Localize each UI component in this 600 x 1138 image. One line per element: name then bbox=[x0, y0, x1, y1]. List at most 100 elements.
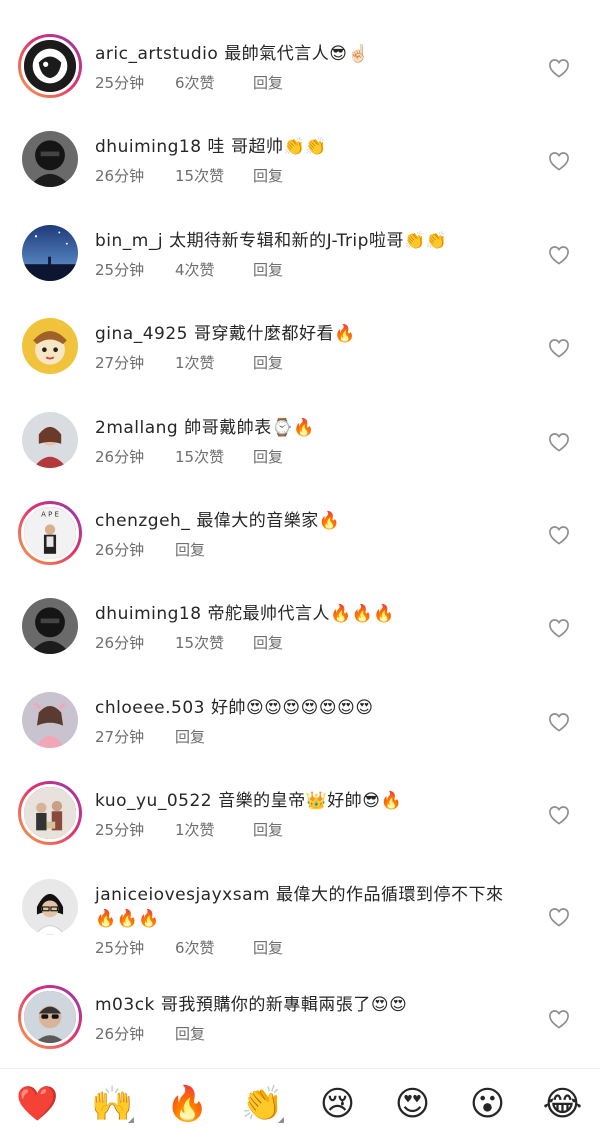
reaction-surprised-icon[interactable]: 😮 bbox=[463, 1079, 513, 1129]
comment-row: m03ck 哥我預購你的新專輯兩張了😍😍 26分钟 回复 bbox=[0, 963, 600, 1056]
comment-line: janiceiovesjayxsam 最偉大的作品循環到停不下來🔥🔥🔥 bbox=[95, 883, 525, 931]
comment-line: 2mallang 帥哥戴帥表⌚🔥 bbox=[95, 416, 525, 440]
comment-time: 26分钟 bbox=[95, 634, 145, 653]
avatar[interactable] bbox=[18, 984, 82, 1049]
comment-username[interactable]: dhuiming18 bbox=[95, 137, 202, 157]
reply-button[interactable]: 回复 bbox=[253, 938, 283, 958]
reaction-laughing-icon[interactable]: 😂 bbox=[538, 1079, 588, 1129]
reply-button[interactable]: 回复 bbox=[175, 540, 205, 560]
comment-line: chloeee.503 好帥😍😍😍😍😍😍😍 bbox=[95, 696, 525, 720]
comment-text: 哇 哥超帅👏👏 bbox=[207, 137, 327, 158]
like-heart-icon[interactable] bbox=[548, 432, 570, 452]
comment-meta: 27分钟 1次赞 回复 bbox=[95, 353, 525, 373]
comment-meta: 26分钟 15次赞 回复 bbox=[95, 447, 525, 467]
comment-username[interactable]: chloeee.503 bbox=[95, 698, 205, 718]
comment-like-count[interactable]: 6次赞 bbox=[175, 938, 227, 958]
reply-button[interactable]: 回复 bbox=[253, 820, 283, 840]
comment-line: bin_m_j 太期待新专辑和新的J-Trip啦哥👏👏 bbox=[95, 229, 525, 253]
comment-like-count[interactable]: 6次赞 bbox=[175, 73, 227, 93]
reaction-raised-hands-icon[interactable]: 🙌 bbox=[88, 1079, 138, 1129]
comment-time: 26分钟 bbox=[95, 1024, 145, 1043]
comment-meta: 26分钟 15次赞 回复 bbox=[95, 166, 525, 186]
reply-button[interactable]: 回复 bbox=[253, 260, 283, 280]
avatar-image bbox=[21, 37, 79, 95]
reaction-crying-icon[interactable]: 😢 bbox=[313, 1079, 363, 1129]
avatar[interactable] bbox=[22, 224, 78, 281]
reply-button[interactable]: 回复 bbox=[175, 1024, 205, 1044]
avatar-image bbox=[21, 987, 79, 1046]
reaction-heart-icon[interactable]: ❤️ bbox=[13, 1079, 63, 1129]
comment-meta: 25分钟 6次赞 回复 bbox=[95, 938, 525, 958]
reply-button[interactable]: 回复 bbox=[253, 447, 283, 467]
comment-line: dhuiming18 帝舵最帅代言人🔥🔥🔥 bbox=[95, 602, 525, 626]
comment-row: kuo_yu_0522 音樂的皇帝👑好帥😎🔥 25分钟 1次赞 回复 bbox=[0, 759, 600, 852]
comment-body: chloeee.503 好帥😍😍😍😍😍😍😍 27分钟 回复 bbox=[95, 696, 525, 747]
comment-username[interactable]: m03ck bbox=[95, 995, 155, 1015]
comment-body: m03ck 哥我預購你的新專輯兩張了😍😍 26分钟 回复 bbox=[95, 993, 525, 1044]
avatar[interactable] bbox=[18, 781, 82, 846]
comment-username[interactable]: aric_artstudio bbox=[95, 44, 218, 64]
avatar[interactable] bbox=[22, 411, 78, 468]
comment-time: 27分钟 bbox=[95, 727, 145, 746]
comment-text: 太期待新专辑和新的J-Trip啦哥👏👏 bbox=[169, 230, 448, 251]
reply-button[interactable]: 回复 bbox=[175, 727, 205, 747]
comment-body: kuo_yu_0522 音樂的皇帝👑好帥😎🔥 25分钟 1次赞 回复 bbox=[95, 789, 525, 840]
comment-body: bin_m_j 太期待新专辑和新的J-Trip啦哥👏👏 25分钟 4次赞 回复 bbox=[95, 229, 525, 280]
like-heart-icon[interactable] bbox=[548, 805, 570, 825]
comment-body: aric_artstudio 最帥氣代言人😎☝🏻 25分钟 6次赞 回复 bbox=[95, 42, 525, 93]
previous-comment-stub bbox=[0, 0, 600, 12]
reaction-emoji: 😢 bbox=[319, 1084, 356, 1124]
comment-row: dhuiming18 哇 哥超帅👏👏 26分钟 15次赞 回复 bbox=[0, 105, 600, 198]
like-heart-icon[interactable] bbox=[548, 618, 570, 638]
like-heart-icon[interactable] bbox=[548, 1009, 570, 1029]
like-heart-icon[interactable] bbox=[548, 58, 570, 78]
reaction-emoji: 🔥 bbox=[166, 1084, 209, 1124]
comment-like-count[interactable]: 15次赞 bbox=[175, 447, 227, 467]
comment-username[interactable]: dhuiming18 bbox=[95, 604, 202, 624]
comment-body: 2mallang 帥哥戴帥表⌚🔥 26分钟 15次赞 回复 bbox=[95, 416, 525, 467]
comment-username[interactable]: gina_4925 bbox=[95, 324, 188, 344]
comment-meta: 25分钟 1次赞 回复 bbox=[95, 820, 525, 840]
comment-username[interactable]: kuo_yu_0522 bbox=[95, 791, 212, 811]
avatar[interactable] bbox=[22, 318, 78, 375]
like-heart-icon[interactable] bbox=[548, 245, 570, 265]
like-heart-icon[interactable] bbox=[548, 907, 570, 927]
comment-line: gina_4925 哥穿戴什麼都好看🔥 bbox=[95, 322, 525, 346]
reaction-fire-icon[interactable]: 🔥 bbox=[163, 1079, 213, 1129]
avatar-image bbox=[22, 878, 78, 935]
reaction-heart-eyes-icon[interactable]: 😍 bbox=[388, 1079, 438, 1129]
reply-button[interactable]: 回复 bbox=[253, 633, 283, 653]
comment-time: 26分钟 bbox=[95, 540, 145, 559]
comment-body: chenzgeh_ 最偉大的音樂家🔥 26分钟 回复 bbox=[95, 509, 525, 560]
comment-text: 最偉大的音樂家🔥 bbox=[196, 510, 341, 531]
like-heart-icon[interactable] bbox=[548, 525, 570, 545]
reaction-clap-icon[interactable]: 👏 bbox=[238, 1079, 288, 1129]
avatar[interactable]: A P E bbox=[18, 500, 82, 565]
comment-like-count[interactable]: 15次赞 bbox=[175, 166, 227, 186]
svg-text:A P E: A P E bbox=[41, 510, 59, 518]
like-heart-icon[interactable] bbox=[548, 712, 570, 732]
comment-like-count[interactable]: 15次赞 bbox=[175, 633, 227, 653]
comment-like-count[interactable]: 1次赞 bbox=[175, 820, 227, 840]
comment-meta: 26分钟 回复 bbox=[95, 540, 525, 560]
reply-button[interactable]: 回复 bbox=[253, 73, 283, 93]
comment-time: 25分钟 bbox=[95, 260, 145, 279]
like-heart-icon[interactable] bbox=[548, 338, 570, 358]
comment-username[interactable]: 2mallang bbox=[95, 418, 178, 438]
comment-text: 哥我預購你的新專輯兩張了😍😍 bbox=[160, 994, 408, 1015]
avatar[interactable] bbox=[22, 691, 78, 748]
avatar[interactable] bbox=[22, 878, 78, 935]
comment-username[interactable]: bin_m_j bbox=[95, 231, 163, 251]
reply-button[interactable]: 回复 bbox=[253, 353, 283, 373]
comment-like-count[interactable]: 4次赞 bbox=[175, 260, 227, 280]
comment-username[interactable]: chenzgeh_ bbox=[95, 511, 190, 531]
avatar[interactable] bbox=[18, 34, 82, 98]
avatar-image bbox=[22, 318, 78, 375]
like-heart-icon[interactable] bbox=[548, 151, 570, 172]
avatar[interactable] bbox=[22, 131, 78, 188]
comment-meta: 26分钟 15次赞 回复 bbox=[95, 633, 525, 653]
avatar[interactable] bbox=[22, 598, 78, 655]
comment-like-count[interactable]: 1次赞 bbox=[175, 353, 227, 373]
reply-button[interactable]: 回复 bbox=[253, 166, 283, 186]
comment-username[interactable]: janiceiovesjayxsam bbox=[95, 885, 270, 905]
